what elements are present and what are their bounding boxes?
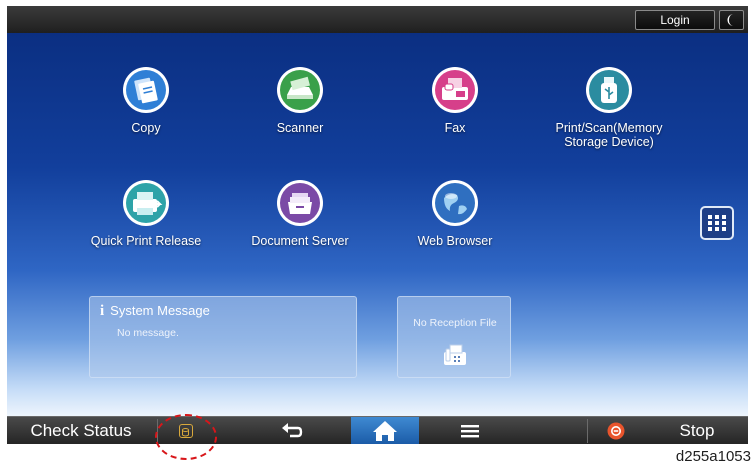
- bottom-bar: Check Status Stop: [7, 416, 748, 444]
- menu-button[interactable]: [455, 420, 485, 442]
- info-icon: i: [100, 303, 105, 319]
- back-button[interactable]: [277, 420, 307, 442]
- system-message-text: No message.: [117, 327, 179, 339]
- reception-file-widget[interactable]: No Reception File: [397, 296, 511, 378]
- figure-code: d255a1053: [675, 448, 751, 465]
- quick-print-icon: [123, 180, 169, 226]
- usb-icon: [586, 67, 632, 113]
- moon-icon: [727, 14, 734, 26]
- app-label-document-server: Document Server: [251, 234, 349, 248]
- reception-file-text: No Reception File: [413, 317, 497, 329]
- app-list-button[interactable]: [700, 206, 734, 240]
- grid-icon: [708, 215, 726, 231]
- system-message-header: i System Message: [100, 303, 210, 320]
- home-button[interactable]: [351, 417, 419, 444]
- app-label-scanner: Scanner: [276, 121, 324, 135]
- login-button[interactable]: Login: [635, 10, 715, 30]
- copy-icon: [123, 67, 169, 113]
- system-message-widget[interactable]: i System Message No message.: [89, 296, 357, 378]
- app-quick-print-release[interactable]: Quick Print Release: [71, 178, 221, 248]
- app-document-server[interactable]: Document Server: [225, 178, 375, 248]
- scanner-icon: [277, 67, 323, 113]
- app-print-scan-memory[interactable]: Print/Scan(Memory Storage Device): [534, 65, 684, 149]
- menu-icon: [461, 425, 479, 438]
- app-copy[interactable]: Copy: [71, 65, 221, 135]
- top-bar: Login: [7, 6, 748, 33]
- app-label-print-scan-memory: Print/Scan(Memory Storage Device): [555, 121, 663, 149]
- divider: [587, 419, 588, 443]
- system-message-title: System Message: [110, 303, 210, 318]
- home-icon: [373, 421, 397, 441]
- highlight-circle: [155, 414, 217, 460]
- energy-saver-button[interactable]: [719, 10, 744, 30]
- stop-icon[interactable]: [607, 422, 625, 440]
- fax-reception-icon: [444, 344, 466, 365]
- globe-icon: [432, 180, 478, 226]
- check-status-button[interactable]: Check Status: [7, 417, 155, 444]
- app-web-browser[interactable]: Web Browser: [380, 178, 530, 248]
- app-scanner[interactable]: Scanner: [225, 65, 375, 135]
- fax-icon: [432, 67, 478, 113]
- control-panel-screen: Login Copy Scanner Fax Print/Scan(Memory…: [7, 6, 748, 444]
- document-server-icon: [277, 180, 323, 226]
- app-label-quick-print-release: Quick Print Release: [90, 234, 202, 248]
- app-label-fax: Fax: [444, 121, 466, 135]
- stop-button[interactable]: Stop: [657, 417, 737, 444]
- app-label-copy: Copy: [131, 121, 161, 135]
- app-fax[interactable]: Fax: [380, 65, 530, 135]
- back-arrow-icon: [282, 423, 303, 438]
- home-screen: Copy Scanner Fax Print/Scan(Memory Stora…: [7, 33, 748, 422]
- app-label-web-browser: Web Browser: [417, 234, 493, 248]
